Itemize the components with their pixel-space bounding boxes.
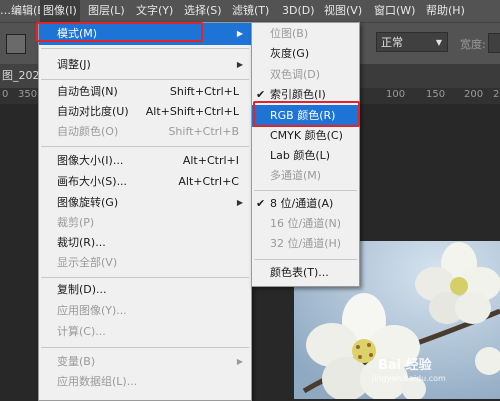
menu-item-calculations[interactable]: 计算(C)... bbox=[39, 321, 251, 343]
ruler-label: 200 bbox=[464, 89, 484, 100]
menu-item-label: 自动对比度(U) bbox=[57, 105, 129, 118]
ruler-label: 150 bbox=[426, 89, 446, 100]
menu-window[interactable]: 窗口(W) bbox=[374, 0, 415, 22]
menu-divider bbox=[41, 79, 249, 80]
menu-item-auto-color[interactable]: 自动颜色(O) Shift+Ctrl+B bbox=[39, 121, 251, 143]
menu-item-label: 32 位/通道(H) bbox=[270, 237, 342, 250]
menu-item-image-rotation[interactable]: 图像旋转(G) ▶ bbox=[39, 192, 251, 214]
menu-item-label: 图像大小(I)... bbox=[57, 154, 124, 167]
menu-item-label: 灰度(G) bbox=[270, 47, 310, 60]
width-label: 宽度: bbox=[460, 38, 486, 51]
ruler-label: 350 bbox=[18, 89, 38, 100]
menu-item-image-size[interactable]: 图像大小(I)... Alt+Ctrl+I bbox=[39, 150, 251, 172]
menu-divider bbox=[41, 146, 249, 147]
menu-item-duotone[interactable]: 双色调(D) bbox=[252, 64, 359, 86]
menu-item-reveal-all[interactable]: 显示全部(V) bbox=[39, 252, 251, 274]
menu-item-label: 画布大小(S)... bbox=[57, 175, 128, 188]
menu-item-grayscale[interactable]: 灰度(G) bbox=[252, 43, 359, 65]
menu-item-canvas-size[interactable]: 画布大小(S)... Alt+Ctrl+C bbox=[39, 171, 251, 193]
menu-item-multichannel[interactable]: 多通道(M) bbox=[252, 165, 359, 187]
watermark-url: jingyan.baidu.com bbox=[372, 374, 446, 383]
submenu-arrow-icon: ▶ bbox=[236, 60, 243, 69]
menu-layer[interactable]: 图层(L) bbox=[88, 0, 125, 22]
menu-item-cmyk-color[interactable]: CMYK 颜色(C) bbox=[252, 125, 359, 147]
menu-item-label: 自动色调(N) bbox=[57, 85, 118, 98]
menu-item-adjust[interactable]: 调整(J) ▶ bbox=[39, 54, 251, 76]
menu-item-label: CMYK 颜色(C) bbox=[270, 129, 343, 142]
menu-item-label: 变量(B) bbox=[57, 355, 96, 368]
menu-3d[interactable]: 3D(D) bbox=[282, 0, 315, 22]
menu-divider bbox=[41, 277, 249, 278]
menu-divider bbox=[41, 347, 249, 348]
menu-view[interactable]: 视图(V) bbox=[324, 0, 362, 22]
menu-item-shortcut: Shift+Ctrl+L bbox=[169, 85, 239, 98]
menu-item-trim[interactable]: 裁切(R)... bbox=[39, 232, 251, 254]
menu-item-shortcut: Alt+Shift+Ctrl+L bbox=[145, 105, 239, 118]
menu-item-lab-color[interactable]: Lab 颜色(L) bbox=[252, 145, 359, 167]
menu-divider bbox=[254, 259, 357, 260]
menu-item-label: 自动颜色(O) bbox=[57, 125, 119, 138]
menu-divider bbox=[41, 48, 249, 49]
menu-image[interactable]: 图像(I) bbox=[40, 0, 80, 22]
document-tab[interactable]: 图_2021 bbox=[0, 64, 40, 88]
menu-item-color-table[interactable]: 颜色表(T)... bbox=[252, 262, 359, 284]
menu-item-auto-contrast[interactable]: 自动对比度(U) Alt+Shift+Ctrl+L bbox=[39, 101, 251, 123]
menu-item-32-bit[interactable]: 32 位/通道(H) bbox=[252, 233, 359, 255]
menu-item-label: 调整(J) bbox=[57, 58, 91, 71]
menu-select[interactable]: 选择(S) bbox=[184, 0, 222, 22]
menu-item-label: 裁剪(P) bbox=[57, 216, 95, 229]
tool-preset-icon[interactable] bbox=[6, 34, 26, 54]
menu-type[interactable]: 文字(Y) bbox=[136, 0, 173, 22]
menu-item-label: 应用图像(Y)... bbox=[57, 304, 127, 317]
menu-item-crop[interactable]: 裁剪(P) bbox=[39, 212, 251, 234]
ruler-label: 2 bbox=[493, 89, 500, 100]
chevron-down-icon: ▼ bbox=[435, 38, 442, 47]
ruler-label: 100 bbox=[386, 89, 406, 100]
menu-filter[interactable]: 滤镜(T) bbox=[232, 0, 269, 22]
menu-help[interactable]: 帮助(H) bbox=[426, 0, 465, 22]
menu-item-shortcut: Shift+Ctrl+B bbox=[168, 125, 239, 138]
submenu-arrow-icon: ▶ bbox=[236, 357, 243, 366]
menu-item-label: 应用数据组(L)... bbox=[57, 375, 138, 388]
menu-item-label: 复制(D)... bbox=[57, 283, 107, 296]
menu-item-duplicate[interactable]: 复制(D)... bbox=[39, 279, 251, 301]
menu-item-label: 8 位/通道(A) bbox=[270, 197, 334, 210]
menu-divider bbox=[254, 190, 357, 191]
mode-submenu: 位图(B) 灰度(G) 双色调(D) ✔ 索引颜色(I) RGB 颜色(R) C… bbox=[251, 22, 360, 287]
menu-bar: …编辑(E) 图像(I) 图层(L) 文字(Y) 选择(S) 滤镜(T) 3D(… bbox=[0, 0, 500, 22]
menu-item-8-bit[interactable]: ✔ 8 位/通道(A) bbox=[252, 193, 359, 215]
annotation-frame-mode bbox=[36, 22, 203, 42]
menu-item-16-bit[interactable]: 16 位/通道(N) bbox=[252, 213, 359, 235]
menu-item-label: 颜色表(T)... bbox=[270, 266, 329, 279]
menu-item-auto-tone[interactable]: 自动色调(N) Shift+Ctrl+L bbox=[39, 81, 251, 103]
blend-mode-select[interactable]: 正常 ▼ bbox=[376, 32, 448, 52]
menu-item-apply-image[interactable]: 应用图像(Y)... bbox=[39, 300, 251, 322]
menu-item-label: Lab 颜色(L) bbox=[270, 149, 331, 162]
submenu-arrow-icon: ▶ bbox=[236, 29, 243, 38]
menu-item-shortcut: Alt+Ctrl+I bbox=[182, 154, 239, 167]
menu-item-label: 双色调(D) bbox=[270, 68, 321, 81]
menu-item-apply-data-set[interactable]: 应用数据组(L)... bbox=[39, 371, 251, 393]
menu-item-variables[interactable]: 变量(B) ▶ bbox=[39, 351, 251, 373]
menu-item-label: 16 位/通道(N) bbox=[270, 217, 342, 230]
menu-item-label: 裁切(R)... bbox=[57, 236, 106, 249]
menu-item-label: 图像旋转(G) bbox=[57, 196, 119, 209]
checkmark-icon: ✔ bbox=[256, 197, 266, 210]
annotation-frame-rgb bbox=[253, 101, 360, 127]
menu-item-label: 位图(B) bbox=[270, 27, 309, 40]
image-menu: 模式(M) ▶ 调整(J) ▶ 自动色调(N) Shift+Ctrl+L 自动对… bbox=[38, 22, 252, 401]
menu-item-shortcut: Alt+Ctrl+C bbox=[178, 175, 239, 188]
menu-item-label: 计算(C)... bbox=[57, 325, 106, 338]
menu-item-label: 显示全部(V) bbox=[57, 256, 118, 269]
watermark-text: Bai 经验 bbox=[378, 358, 432, 373]
ruler-label: 0 bbox=[2, 89, 9, 100]
menu-item-label: 多通道(M) bbox=[270, 169, 322, 182]
menu-item-bitmap[interactable]: 位图(B) bbox=[252, 23, 359, 45]
blend-mode-value: 正常 bbox=[381, 36, 403, 49]
width-field[interactable] bbox=[488, 33, 500, 53]
submenu-arrow-icon: ▶ bbox=[236, 198, 243, 207]
